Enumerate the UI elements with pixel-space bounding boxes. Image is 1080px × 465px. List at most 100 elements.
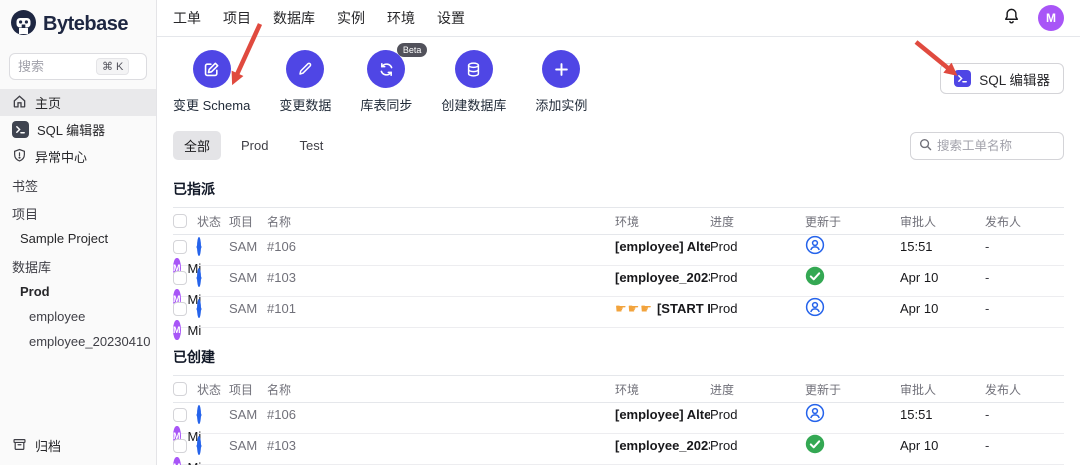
shield-icon — [12, 148, 27, 166]
tab-all[interactable]: 全部 — [173, 131, 222, 160]
sidebar-section-databases[interactable]: 数据库 — [0, 254, 156, 279]
quick-action-sync-schema[interactable]: Beta 库表同步 — [360, 43, 428, 114]
sidebar: Bytebase ⌘ K 主页 SQL 编辑器 — [0, 0, 157, 465]
sidebar-item-anomaly-center-label: 异常中心 — [35, 150, 88, 165]
row-checkbox[interactable] — [173, 301, 187, 316]
col-name: 名称 — [267, 214, 292, 229]
db-employee-20230410-label: employee_20230410 — [29, 334, 151, 349]
issue-name[interactable]: [employee_20230410] Alter schema @04-10 … — [615, 270, 710, 285]
issue-updated: Apr 10 — [900, 301, 939, 316]
brand-name: Bytebase — [43, 12, 128, 35]
creator-name: Mi — [188, 460, 202, 465]
nav-item-projects[interactable]: 项目 — [223, 8, 251, 28]
sidebar-item-sql-editor[interactable]: SQL 编辑器 — [0, 116, 156, 143]
filter-row: 全部 Prod Test — [173, 131, 1064, 160]
quick-action-alter-schema[interactable]: 变更 Schema — [173, 50, 250, 114]
table-row[interactable]: SAM #106 [employee] Alter schema @04-19 … — [173, 235, 1064, 278]
notification-bell-icon[interactable] — [1002, 7, 1021, 29]
progress-pending-icon — [805, 235, 900, 258]
sync-schema-label: 库表同步 — [360, 98, 413, 113]
quick-action-add-instance[interactable]: 添加实例 — [535, 50, 587, 114]
project-key: SAM — [229, 270, 258, 285]
issue-env: Prod — [710, 438, 738, 453]
issue-env: Prod — [710, 301, 738, 316]
bookmarks-label: 书签 — [12, 179, 39, 194]
issue-name[interactable]: [employee_20230410] Alter schema @04-10 … — [615, 438, 710, 453]
table-header: 状态 项目 名称 环境 进度 更新于 审批人 发布人 — [173, 375, 1064, 403]
sidebar-item-home[interactable]: 主页 — [0, 89, 156, 116]
issue-approver: - — [985, 270, 990, 285]
progress-done-icon — [805, 266, 900, 289]
issue-id: #106 — [267, 407, 296, 422]
plus-icon — [542, 50, 581, 88]
quick-action-change-data[interactable]: 变更数据 — [279, 50, 331, 114]
tab-prod[interactable]: Prod — [230, 133, 279, 158]
issue-approver: - — [985, 239, 990, 254]
col-env: 环境 — [615, 382, 640, 397]
issue-env: Prod — [710, 270, 738, 285]
databases-label: 数据库 — [12, 260, 52, 275]
terminal-icon — [954, 70, 972, 87]
col-progress: 进度 — [710, 214, 735, 229]
open-status-icon — [197, 268, 201, 287]
sidebar-item-archive[interactable]: 归档 — [0, 432, 156, 459]
sidebar-search-input[interactable] — [18, 59, 96, 74]
issue-search-input[interactable] — [937, 138, 1055, 153]
col-project: 项目 — [229, 382, 254, 397]
sidebar-item-sample-project[interactable]: Sample Project — [0, 226, 156, 251]
col-name: 名称 — [267, 382, 292, 397]
issue-updated: 15:51 — [900, 239, 933, 254]
quick-action-create-database[interactable]: 创建数据库 — [441, 50, 506, 114]
table-row[interactable]: SAM #103 [employee_20230410] Alter schem… — [173, 434, 1064, 465]
issue-name[interactable]: [employee] Alter schema @04-19 15:51 UTC… — [615, 239, 710, 254]
table-row[interactable]: SAM #101 ☛☛☛ [START HERE] Add email colu… — [173, 297, 1064, 340]
tab-test[interactable]: Test — [288, 133, 334, 158]
sidebar-item-db-employee-20230410[interactable]: employee_20230410 — [0, 329, 156, 354]
pencil-icon — [286, 50, 325, 88]
main-content: 变更 Schema 变更数据 Beta 库表同步 创建数据库 添加实例 SQL … — [157, 37, 1080, 465]
issue-approver: - — [985, 438, 990, 453]
quick-actions-row: 变更 Schema 变更数据 Beta 库表同步 创建数据库 添加实例 — [173, 43, 1064, 114]
sidebar-item-db-employee[interactable]: employee — [0, 304, 156, 329]
table-row[interactable]: SAM #103 [employee_20230410] Alter schem… — [173, 266, 1064, 309]
row-checkbox[interactable] — [173, 270, 187, 285]
select-all-checkbox[interactable] — [173, 382, 187, 396]
sql-editor-button[interactable]: SQL 编辑器 — [940, 63, 1064, 94]
bytebase-logo[interactable]: Bytebase — [0, 0, 156, 47]
sidebar-item-sql-editor-label: SQL 编辑器 — [37, 123, 106, 138]
issue-id: #101 — [267, 301, 296, 316]
nav-item-environments[interactable]: 环境 — [387, 8, 415, 28]
col-project: 项目 — [229, 214, 254, 229]
sidebar-section-projects[interactable]: 项目 — [0, 201, 156, 226]
nav-item-instances[interactable]: 实例 — [337, 8, 365, 28]
progress-pending-icon — [805, 403, 900, 426]
projects-label: 项目 — [12, 207, 39, 222]
nav-item-databases[interactable]: 数据库 — [273, 8, 315, 28]
open-status-icon — [197, 237, 201, 256]
row-checkbox[interactable] — [173, 438, 187, 453]
issue-name[interactable]: ☛☛☛ [START HERE] Add email column to Emp… — [615, 301, 710, 317]
issue-updated: Apr 10 — [900, 438, 939, 453]
col-approver: 审批人 — [900, 214, 937, 229]
sample-project-label: Sample Project — [20, 231, 109, 246]
row-checkbox[interactable] — [173, 239, 187, 254]
sidebar-item-anomaly-center[interactable]: 异常中心 — [0, 143, 156, 170]
sidebar-item-env-prod[interactable]: Prod — [0, 279, 156, 304]
table-row[interactable]: SAM #106 [employee] Alter schema @04-19 … — [173, 403, 1064, 446]
select-all-checkbox[interactable] — [173, 214, 187, 228]
edit-schema-icon — [192, 50, 231, 88]
row-checkbox[interactable] — [173, 407, 187, 422]
sidebar-search[interactable]: ⌘ K — [9, 53, 147, 80]
col-updated: 更新于 — [805, 214, 842, 229]
issue-search-box[interactable] — [910, 131, 1064, 160]
sidebar-section-bookmarks[interactable]: 书签 — [0, 173, 156, 198]
nav-item-issues[interactable]: 工单 — [173, 8, 201, 28]
section-title-created: 已创建 — [173, 349, 215, 365]
user-avatar[interactable]: M — [1038, 5, 1064, 31]
col-env: 环境 — [615, 214, 640, 229]
nav-item-settings[interactable]: 设置 — [437, 8, 465, 28]
issue-id: #106 — [267, 239, 296, 254]
issue-name[interactable]: [employee] Alter schema @04-19 15:51 UTC… — [615, 407, 710, 422]
change-data-label: 变更数据 — [279, 98, 332, 113]
progress-pending-icon — [805, 297, 900, 320]
